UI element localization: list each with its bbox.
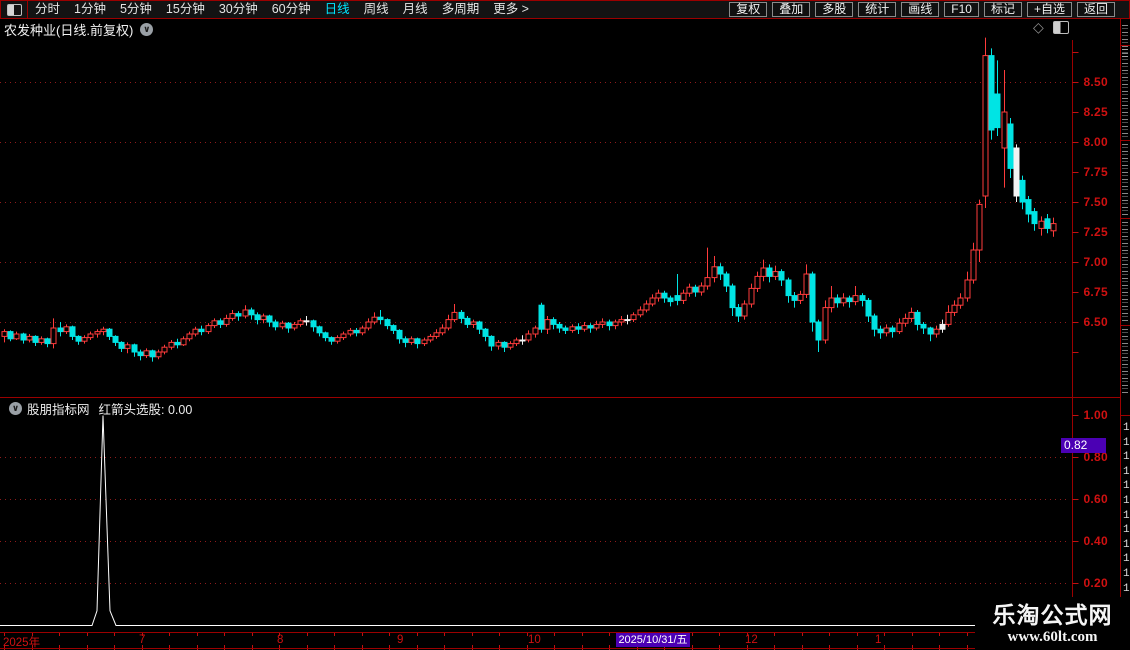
menu-item-2[interactable]: 5分钟 [113, 1, 159, 18]
price-axis-label: 6.50 [1083, 315, 1108, 329]
chevron-down-icon[interactable]: ∨ [9, 402, 22, 415]
watermark-site-name: 乐淘公式网 [992, 601, 1113, 628]
toolbar-button-5[interactable]: F10 [944, 2, 979, 17]
menu-item-5[interactable]: 60分钟 [265, 1, 318, 18]
sidebar-divider [1121, 45, 1130, 46]
period-menu: 分时 1分钟 5分钟 15分钟 30分钟 60分钟 日线 周线 月线 多周期 更多 > [28, 1, 536, 18]
price-axis-label: 8.25 [1083, 105, 1108, 119]
month-label: 2025年 [3, 637, 41, 649]
menu-item-9[interactable]: 多周期 [435, 1, 487, 18]
sidebar-divider [1121, 415, 1130, 416]
chart-corner-icons: ◇ [1033, 20, 1069, 34]
sidebar-clipped-text [1122, 144, 1128, 216]
menu-item-3[interactable]: 15分钟 [159, 1, 212, 18]
indicator-value-badge: 0.82 [1061, 438, 1106, 453]
sidebar-divider [1121, 140, 1130, 141]
month-label: 12 [745, 634, 758, 646]
sidebar-clipped-text [1122, 329, 1128, 395]
toolbar-button-8[interactable]: 返回 [1076, 2, 1115, 17]
right-sidebar-clipped[interactable]: 1 1 1 1 1 1 1 1 1 1 1 1 1 [1121, 19, 1130, 650]
main-candlestick-chart[interactable] [0, 40, 1070, 396]
window-split-icon[interactable] [1052, 20, 1069, 34]
menu-item-4[interactable]: 30分钟 [212, 1, 265, 18]
split-panel-icon [6, 3, 22, 16]
price-axis-label: 7.50 [1083, 195, 1108, 209]
chevron-down-icon[interactable]: ∨ [140, 22, 154, 36]
menu-item-0[interactable]: 分时 [28, 1, 67, 18]
watermark-url: www.60lt.com [1007, 628, 1098, 645]
toolbar-button-1[interactable]: 叠加 [772, 2, 811, 17]
price-axis-label: 1.00 [1083, 408, 1108, 422]
toolbar-buttons: 复权 叠加 多股 统计 画线 F10 标记 +自选 返回 [729, 2, 1115, 17]
menu-item-10[interactable]: 更多 > [486, 1, 536, 18]
menu-item-7[interactable]: 周线 [357, 1, 396, 18]
toolbar-button-0[interactable]: 复权 [729, 2, 768, 17]
sidebar-clipped-text [1122, 49, 1128, 137]
sidebar-divider [1121, 218, 1130, 219]
month-label: 9 [397, 634, 404, 646]
date-badge: 2025/10/31/五 [616, 633, 690, 647]
toolbar-button-2[interactable]: 多股 [815, 2, 854, 17]
toolbar-button-3[interactable]: 统计 [858, 2, 897, 17]
price-axis-label: 0.20 [1083, 576, 1108, 590]
trading-app-window: 分时 1分钟 5分钟 15分钟 30分钟 60分钟 日线 周线 月线 多周期 更多 > 复权 叠加 多股… [0, 0, 1130, 650]
watermark: 乐淘公式网 www.60lt.com [975, 597, 1130, 650]
menu-item-1[interactable]: 1分钟 [67, 1, 113, 18]
page-title: 农发种业(日线.前复权) [4, 22, 134, 38]
month-label: 1 [875, 634, 882, 646]
toolbar-button-7[interactable]: +自选 [1026, 2, 1072, 17]
price-axis-label: 0.40 [1083, 534, 1108, 548]
indicator-header: ∨ 股朋指标网 红箭头选股: 0.00 [2, 399, 192, 418]
price-axis-label: 8.50 [1083, 75, 1108, 89]
price-axis-label: 7.75 [1083, 165, 1108, 179]
indicator-value-label: 红箭头选股: 0.00 [98, 403, 193, 417]
price-axis-label: 7.25 [1083, 225, 1108, 239]
month-label: 7 [139, 634, 146, 646]
month-label: 10 [528, 634, 541, 646]
chart-title-bar: 农发种业(日线.前复权) ∨ [0, 19, 1120, 39]
sidebar-divider [1121, 325, 1130, 326]
toolbar-button-6[interactable]: 标记 [983, 2, 1022, 17]
indicator-panel[interactable] [0, 415, 1070, 631]
menu-item-8[interactable]: 月线 [396, 1, 435, 18]
price-axis-label: 0.60 [1083, 492, 1108, 506]
diamond-marker-icon[interactable]: ◇ [1033, 20, 1044, 34]
price-axis-label: 7.00 [1083, 255, 1108, 269]
month-label: 8 [277, 634, 284, 646]
period-toolbar: 分时 1分钟 5分钟 15分钟 30分钟 60分钟 日线 周线 月线 多周期 更多 > 复权 叠加 多股… [0, 0, 1130, 19]
price-axis-label: 6.75 [1083, 285, 1108, 299]
sidebar-clipped-digits: 1 1 1 1 1 1 1 1 1 1 1 1 1 [1123, 422, 1130, 609]
indicator-source-label: 股朋指标网 [27, 403, 90, 417]
sidebar-clipped-text [1122, 222, 1128, 322]
layout-toggle-button[interactable] [1, 1, 28, 18]
toolbar-button-4[interactable]: 画线 [901, 2, 940, 17]
menu-item-6[interactable]: 日线 [318, 1, 357, 18]
price-axis-label: 8.00 [1083, 135, 1108, 149]
